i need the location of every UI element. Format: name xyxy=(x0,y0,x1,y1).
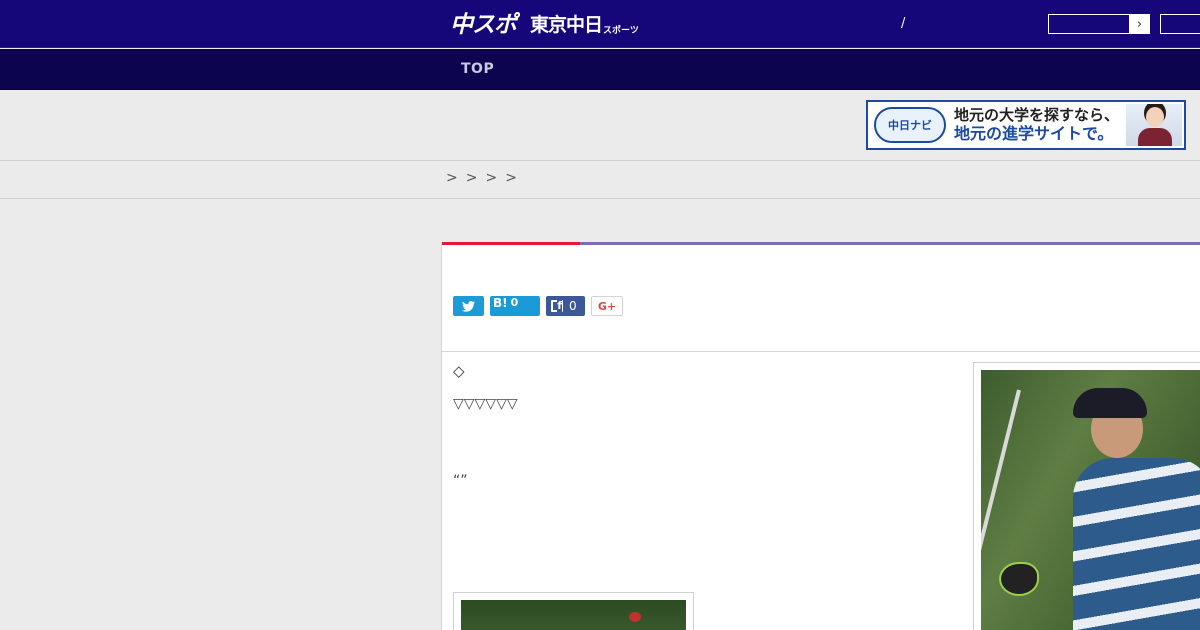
divider-line xyxy=(0,160,1200,161)
nav-item-top[interactable]: TOP xyxy=(461,61,494,77)
hatena-count: 0 xyxy=(510,296,519,309)
twitter-share-button[interactable] xyxy=(453,296,484,316)
article-text-diamond: ◇ xyxy=(453,362,465,380)
hatena-icon: B! xyxy=(493,296,508,310)
google-plus-icon: G+ xyxy=(597,299,617,313)
search-input[interactable] xyxy=(1048,14,1130,34)
article: B! 0 0 G+ ◇ ▽▽▽▽▽▽ “” xyxy=(441,242,1200,630)
facebook-share-button[interactable]: 0 xyxy=(546,296,585,316)
accent-bar-red xyxy=(442,242,580,245)
chevron-right-icon: › xyxy=(1136,16,1143,32)
golfer-cap xyxy=(1073,388,1147,418)
ad-person-body xyxy=(1138,128,1172,146)
divider-line xyxy=(0,198,1200,199)
breadcrumb-separator[interactable]: > xyxy=(466,170,478,186)
google-plus-share-button[interactable]: G+ xyxy=(591,296,623,316)
site-logo[interactable]: 中スポ 東京中日 スポーツ xyxy=(450,9,639,39)
course-photo xyxy=(461,600,686,630)
article-photo-small[interactable] xyxy=(453,592,694,630)
share-buttons: B! 0 0 G+ xyxy=(453,296,623,316)
article-divider xyxy=(442,351,1200,352)
logo-small-text: スポーツ xyxy=(603,26,639,36)
facebook-icon xyxy=(551,299,563,312)
breadcrumb: > > > > xyxy=(446,170,517,186)
twitter-icon xyxy=(462,300,475,312)
article-photo-main[interactable] xyxy=(973,362,1200,630)
golf-clubhead xyxy=(999,562,1039,596)
hatena-bookmark-button[interactable]: B! 0 xyxy=(490,296,540,316)
golfer-photo xyxy=(981,370,1200,630)
logo-sub-text: 東京中日 xyxy=(530,14,603,36)
ad-person-image xyxy=(1126,104,1182,146)
search-button[interactable]: › xyxy=(1129,14,1150,34)
accent-bar-purple xyxy=(580,242,1200,245)
article-text-triangles: ▽▽▽▽▽▽ xyxy=(453,396,518,412)
logo-main-text: 中スポ xyxy=(450,12,517,38)
ad-person-head xyxy=(1146,107,1164,127)
ad-banner[interactable]: 中日ナビ 地元の大学を探すなら、 地元の進学サイトで。 xyxy=(866,100,1186,150)
breadcrumb-separator[interactable]: > xyxy=(485,170,497,186)
main-nav: TOP xyxy=(0,49,1200,90)
breadcrumb-separator[interactable]: > xyxy=(505,170,517,186)
flag-icon xyxy=(629,612,641,622)
ad-text: 地元の大学を探すなら、 地元の進学サイトで。 xyxy=(954,106,1119,144)
ad-line2: 地元の進学サイトで。 xyxy=(954,124,1114,143)
article-text-quotes: “” xyxy=(453,473,468,489)
breadcrumb-separator[interactable]: > xyxy=(446,170,458,186)
facebook-count: 0 xyxy=(569,299,577,313)
header-separator: / xyxy=(901,16,906,31)
header-box[interactable] xyxy=(1160,14,1200,34)
ad-line1: 地元の大学を探すなら、 xyxy=(954,106,1120,124)
site-header: 中スポ 東京中日 スポーツ / › xyxy=(0,0,1200,48)
ad-logo: 中日ナビ xyxy=(874,107,946,143)
golfer-body xyxy=(1073,458,1200,630)
